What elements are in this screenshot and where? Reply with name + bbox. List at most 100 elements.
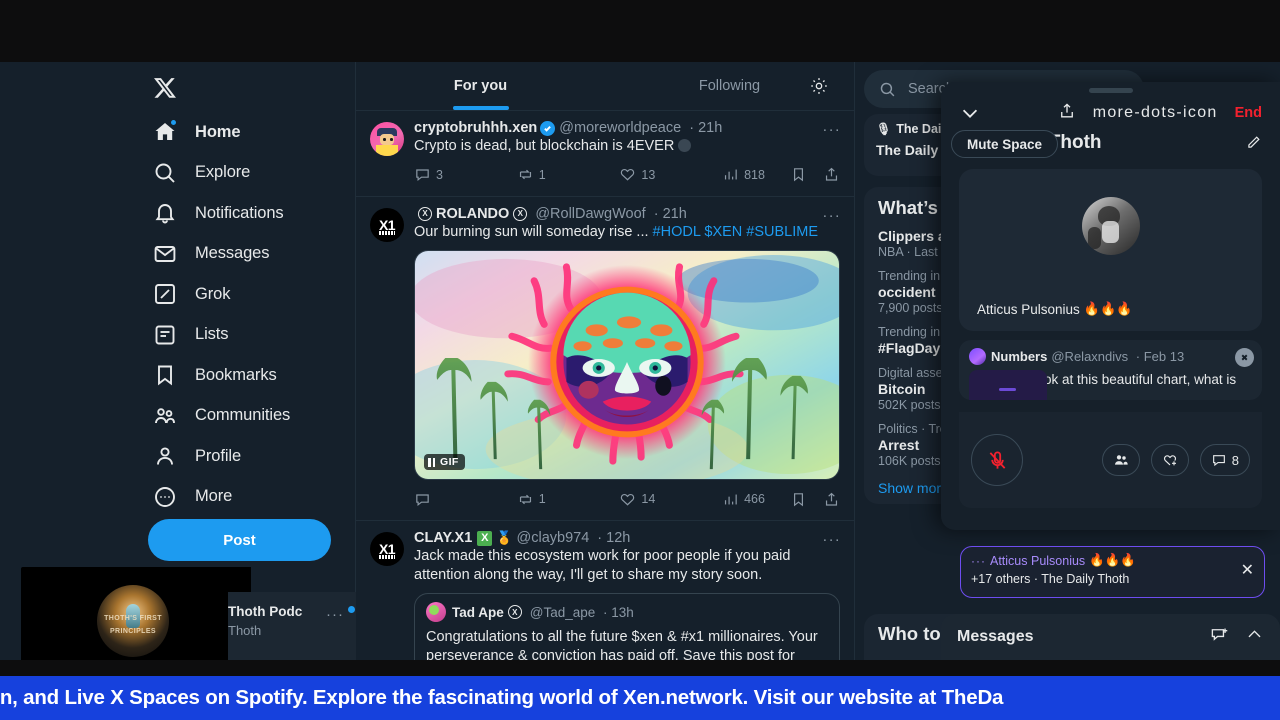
sidebar-item-lists[interactable]: Lists bbox=[140, 315, 355, 355]
author-handle: @RollDawgWoof bbox=[535, 205, 646, 222]
person-icon bbox=[148, 439, 182, 473]
spaces-speaking-toast[interactable]: ··· Atticus Pulsonius 🔥🔥🔥 +17 others · T… bbox=[960, 546, 1265, 598]
sidebar-item-grok[interactable]: Grok bbox=[140, 274, 355, 314]
share-button[interactable] bbox=[823, 166, 840, 183]
podcast-title: Thoth Podc bbox=[228, 604, 303, 619]
podcast-menu-icon[interactable]: ··· bbox=[326, 606, 344, 623]
more-dots-icon[interactable]: more-dots-icon bbox=[1093, 105, 1218, 121]
tweet-menu-icon[interactable]: ··· bbox=[822, 532, 841, 547]
bookmark-icon bbox=[148, 358, 182, 392]
podcast-player-widget[interactable]: THOTH'S FIRST PRINCIPLES bbox=[21, 567, 251, 660]
quoted-tweet-header: Tad Ape X @Tad_ape · 13h bbox=[426, 602, 828, 623]
tweet-actions: 3 1 13 818 bbox=[414, 158, 840, 192]
x-circle-badge-icon: X bbox=[513, 206, 528, 221]
tweet-text: Our burning sun will someday rise ... #H… bbox=[414, 223, 819, 240]
avatar[interactable] bbox=[426, 602, 446, 623]
drag-handle[interactable] bbox=[1088, 88, 1133, 93]
quoted-tweet[interactable]: Tad Ape X @Tad_ape · 13h Congratulations… bbox=[414, 593, 840, 660]
close-icon[interactable] bbox=[1235, 348, 1254, 367]
bookmark-button[interactable] bbox=[790, 491, 807, 508]
people-icon[interactable] bbox=[1101, 444, 1140, 476]
views-button[interactable]: 466 bbox=[722, 491, 790, 508]
toast-line-2: +17 others · The Daily Thoth bbox=[971, 572, 1130, 586]
sidebar-item-home[interactable]: Home bbox=[140, 112, 355, 152]
feed-tabs: For you Following bbox=[356, 62, 854, 110]
speaker-avatar[interactable] bbox=[1081, 197, 1140, 255]
end-space-button[interactable]: End bbox=[1235, 105, 1262, 121]
views-button[interactable]: 818 bbox=[722, 166, 790, 183]
author-name[interactable]: cryptobruhhh.xen bbox=[414, 120, 537, 136]
sidebar-item-notifications[interactable]: Notifications bbox=[140, 193, 355, 233]
sidebar-item-communities[interactable]: Communities bbox=[140, 396, 355, 436]
reply-button[interactable] bbox=[414, 491, 517, 508]
sidebar-item-bookmarks[interactable]: Bookmarks bbox=[140, 355, 355, 395]
notification-date: · Feb 13 bbox=[1132, 349, 1185, 364]
avatar[interactable] bbox=[969, 348, 986, 365]
new-message-icon[interactable] bbox=[1210, 625, 1229, 649]
communities-icon bbox=[148, 399, 182, 433]
tweet-item[interactable]: X1 CLAY.X1 X 🏅 @clayb974 · 12h Jack made… bbox=[356, 520, 854, 660]
sidebar-item-label: Bookmarks bbox=[195, 365, 277, 384]
share-icon[interactable] bbox=[1058, 102, 1076, 125]
pencil-icon[interactable] bbox=[1245, 134, 1262, 156]
gif-badge[interactable]: GIF bbox=[424, 454, 465, 471]
x-logo[interactable] bbox=[148, 71, 182, 105]
tweet-text: Crypto is dead, but blockchain is 4EVER bbox=[414, 137, 840, 156]
author-name[interactable]: CLAY.X1 bbox=[414, 530, 472, 546]
sidebar-item-label: More bbox=[195, 487, 233, 505]
home-badge-dot bbox=[170, 119, 177, 126]
repost-count: 1 bbox=[538, 492, 546, 507]
reply-button[interactable]: 3 bbox=[414, 166, 517, 183]
mic-muted-icon[interactable] bbox=[971, 434, 1023, 486]
comment-count: 8 bbox=[1231, 452, 1239, 468]
bell-icon bbox=[148, 196, 182, 230]
main-feed: For you Following cryptobruhhh.xen @more… bbox=[355, 62, 855, 660]
messages-dock[interactable]: Messages bbox=[941, 614, 1280, 660]
tweet-hashtags[interactable]: #HODL $XEN #SUBLIME bbox=[653, 224, 818, 240]
artwork-line-2: PRINCIPLES bbox=[109, 628, 156, 636]
share-button[interactable] bbox=[823, 491, 840, 508]
tweet-header: CLAY.X1 X 🏅 @clayb974 · 12h bbox=[414, 530, 840, 546]
fire-emoji-icon: 🔥🔥🔥 bbox=[1083, 301, 1133, 316]
author-name[interactable]: ROLANDO bbox=[436, 206, 509, 222]
tweet-media-gif[interactable]: GIF bbox=[414, 250, 840, 481]
repost-button[interactable]: 1 bbox=[517, 491, 620, 508]
quoted-author-name[interactable]: Tad Ape bbox=[452, 605, 504, 620]
sidebar-item-explore[interactable]: Explore bbox=[140, 153, 355, 193]
avatar[interactable]: X1 bbox=[370, 207, 404, 242]
sidebar-item-more[interactable]: More bbox=[140, 477, 355, 517]
bookmark-button[interactable] bbox=[790, 166, 807, 183]
gear-icon[interactable] bbox=[809, 76, 829, 96]
like-button[interactable]: 13 bbox=[619, 166, 722, 183]
grok-icon bbox=[148, 277, 182, 311]
tweet-item[interactable]: cryptobruhhh.xen @moreworldpeace · 21h C… bbox=[356, 110, 854, 196]
screen: Home Explore Notifications Messages Grok… bbox=[0, 0, 1280, 720]
repost-button[interactable]: 1 bbox=[517, 166, 620, 183]
podcast-artwork: THOTH'S FIRST PRINCIPLES bbox=[97, 585, 169, 657]
avatar[interactable] bbox=[370, 122, 404, 156]
sidebar-item-label: Lists bbox=[195, 325, 229, 343]
tab-for-you[interactable]: For you bbox=[356, 62, 605, 110]
letterbox-bottom bbox=[0, 660, 1280, 676]
tweet-menu-icon[interactable]: ··· bbox=[822, 208, 841, 223]
ticker-text: dIn, and Live X Spaces on Spotify. Explo… bbox=[0, 686, 1004, 709]
like-button[interactable]: 14 bbox=[619, 491, 722, 508]
close-icon[interactable]: ✕ bbox=[1241, 563, 1254, 579]
spaces-notification-card[interactable]: Numbers @Relaxndivs · Feb 13 Look at thi… bbox=[959, 340, 1262, 400]
notification-header: Numbers @Relaxndivs · Feb 13 bbox=[969, 348, 1252, 365]
bottom-ticker: dIn, and Live X Spaces on Spotify. Explo… bbox=[0, 676, 1280, 720]
mute-space-button[interactable]: Mute Space bbox=[951, 130, 1059, 158]
tweet-menu-icon[interactable]: ··· bbox=[822, 122, 841, 137]
chevron-down-icon[interactable] bbox=[959, 102, 981, 124]
medal-emoji-icon: 🏅 bbox=[496, 530, 513, 546]
post-button[interactable]: Post bbox=[148, 519, 331, 561]
avatar[interactable]: X1 bbox=[370, 532, 404, 567]
sidebar-item-messages[interactable]: Messages bbox=[140, 234, 355, 274]
views-count: 466 bbox=[744, 492, 765, 507]
tweet-item[interactable]: X1 X ROLANDO X @RollDawgWoof · 21h Our b… bbox=[356, 195, 854, 521]
chevron-up-icon[interactable] bbox=[1245, 625, 1264, 649]
comment-button[interactable]: 8 bbox=[1199, 444, 1250, 476]
podcast-subtitle: Thoth bbox=[228, 623, 262, 638]
sidebar-item-profile[interactable]: Profile bbox=[140, 436, 355, 476]
heart-plus-icon[interactable] bbox=[1150, 444, 1189, 476]
